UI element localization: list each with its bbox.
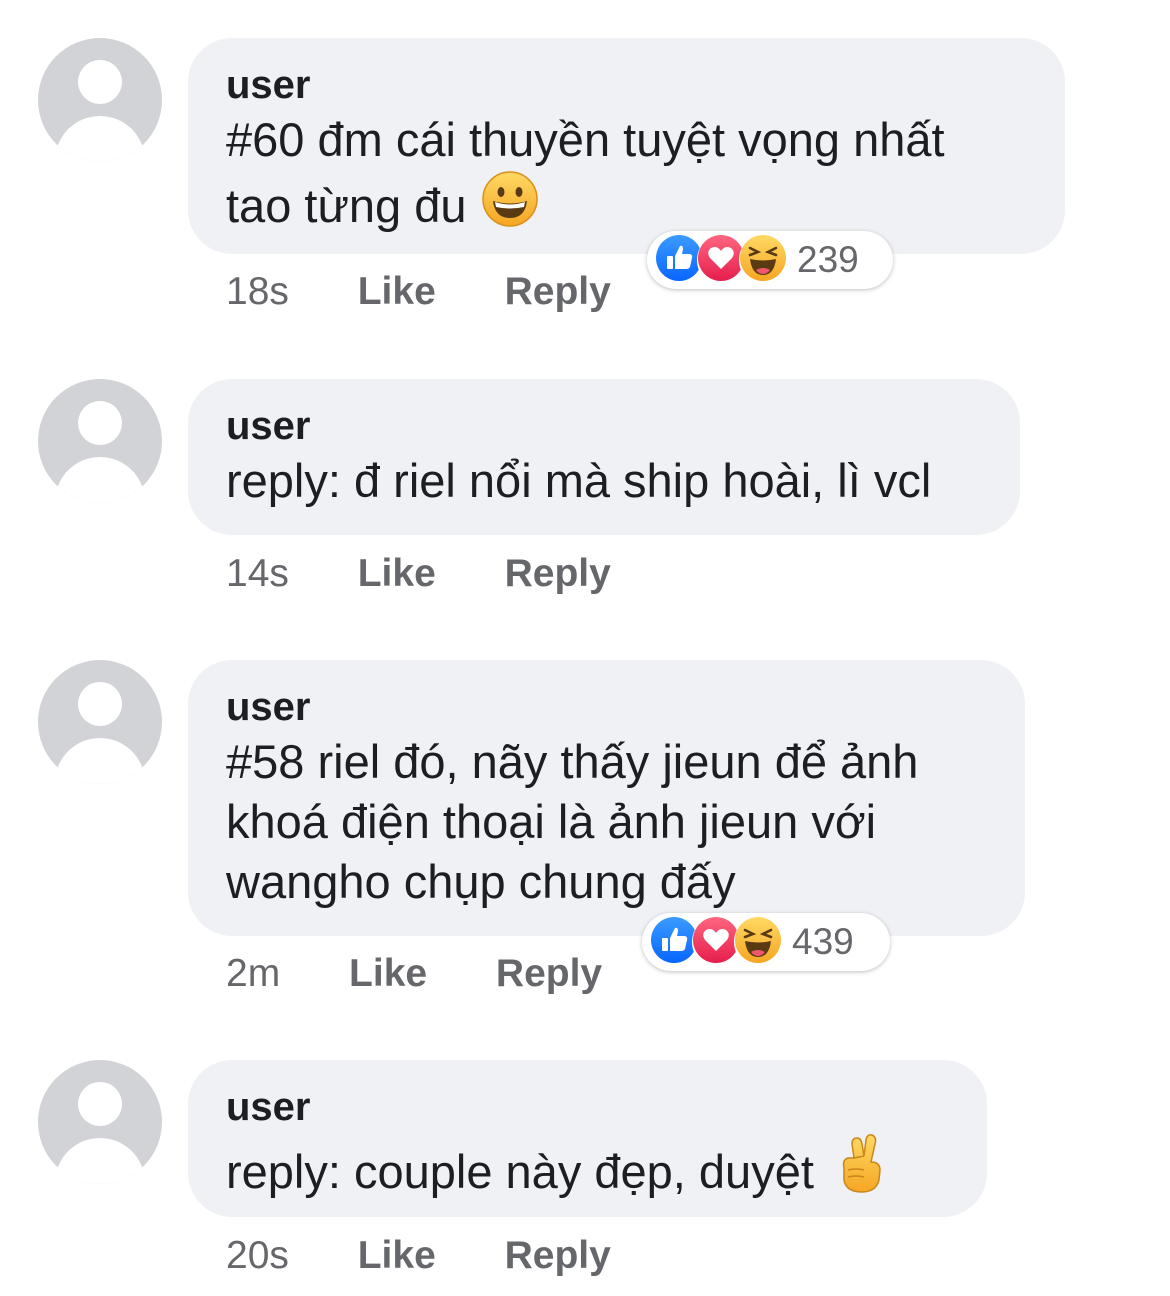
comment-bubble[interactable]: user #58 riel đó, nãy thấy jieun để ảnh …	[188, 660, 1025, 936]
reply-button[interactable]: Reply	[496, 952, 602, 996]
crossed-fingers-emoji-icon	[836, 1132, 886, 1208]
like-button[interactable]: Like	[358, 270, 436, 314]
avatar-body-shape	[55, 457, 145, 503]
comment-meta: 14s Like Reply	[226, 552, 611, 596]
comment-line: khoá điện thoại là ảnh jieun với	[226, 795, 877, 848]
comment-time: 14s	[226, 552, 289, 595]
haha-icon	[734, 916, 786, 968]
comment-line-with-emoji: tao từng đu	[226, 170, 1027, 242]
avatar-body-shape	[55, 116, 145, 162]
comment-bubble[interactable]: user #60 đm cái thuyền tuyệt vọng nhất t…	[188, 38, 1065, 254]
comment-username[interactable]: user	[226, 62, 1027, 108]
like-button[interactable]: Like	[358, 1234, 436, 1278]
reaction-summary[interactable]: 439	[642, 913, 890, 971]
avatar[interactable]	[38, 379, 162, 503]
reaction-summary[interactable]: 239	[647, 231, 893, 289]
avatar[interactable]	[38, 660, 162, 784]
avatar-body-shape	[55, 1138, 145, 1184]
reply-button[interactable]: Reply	[505, 552, 611, 596]
comment-username[interactable]: user	[226, 684, 987, 730]
comment-text: reply: đ riel nổi mà ship hoài, lì vcl	[226, 451, 982, 511]
reaction-count: 439	[792, 921, 854, 962]
comment-line-with-emoji: reply: couple này đẹp, duyệt	[226, 1132, 949, 1208]
avatar[interactable]	[38, 1060, 162, 1184]
comment-meta: 20s Like Reply	[226, 1234, 611, 1278]
comment-meta: 2m Like Reply	[226, 952, 602, 996]
comment-line: #58 riel đó, nãy thấy jieun để ảnh	[226, 735, 919, 788]
comment-username[interactable]: user	[226, 1084, 949, 1130]
comment-bubble[interactable]: user reply: đ riel nổi mà ship hoài, lì …	[188, 379, 1020, 535]
comment-line: wangho chụp chung đấy	[226, 855, 736, 908]
like-button[interactable]: Like	[358, 552, 436, 596]
comment-time: 18s	[226, 270, 289, 313]
avatar-head-shape	[78, 1082, 122, 1126]
avatar-head-shape	[78, 60, 122, 104]
avatar-head-shape	[78, 682, 122, 726]
comment-bubble[interactable]: user reply: couple này đẹp, duyệt	[188, 1060, 987, 1217]
comment-line: #60 đm cái thuyền tuyệt vọng nhất	[226, 113, 945, 166]
avatar-body-shape	[55, 738, 145, 784]
comment-line: reply: đ riel nổi mà ship hoài, lì vcl	[226, 454, 932, 507]
reply-button[interactable]: Reply	[505, 1234, 611, 1278]
haha-icon	[739, 234, 791, 286]
reaction-count: 239	[797, 239, 859, 280]
avatar[interactable]	[38, 38, 162, 162]
comment-text: reply: couple này đẹp, duyệt	[226, 1132, 949, 1208]
comment-time: 2m	[226, 952, 281, 995]
comment-line: reply: couple này đẹp, duyệt	[226, 1145, 814, 1198]
reply-button[interactable]: Reply	[505, 270, 611, 314]
comment-text: #60 đm cái thuyền tuyệt vọng nhất tao từ…	[226, 110, 1027, 242]
comment-time: 20s	[226, 1234, 289, 1277]
grinning-face-emoji-icon	[481, 170, 539, 242]
comment-text: #58 riel đó, nãy thấy jieun để ảnh khoá …	[226, 732, 987, 912]
comment-line: tao từng đu	[226, 179, 467, 232]
comment-meta: 18s Like Reply	[226, 270, 611, 314]
avatar-head-shape	[78, 401, 122, 445]
comment-username[interactable]: user	[226, 403, 982, 449]
like-button[interactable]: Like	[349, 952, 427, 996]
